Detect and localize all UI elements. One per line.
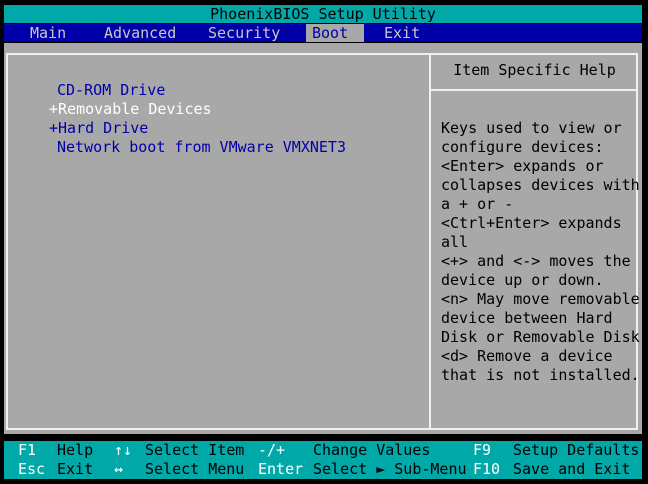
help-line: <d> Remove a device [441, 347, 613, 365]
key-leftright-desc: Select Menu [145, 460, 245, 478]
help-line: <+> and <-> moves the [441, 252, 631, 270]
key-updown: ↑↓ [114, 441, 133, 459]
bios-screen: PhoenixBIOS Setup Utility Main Advanced … [0, 0, 648, 484]
key-esc: Esc [18, 460, 46, 478]
help-line: that is not installed. [441, 366, 640, 384]
key-leftright: ↔ [114, 460, 124, 478]
key-f10-desc: Save and Exit [513, 460, 631, 478]
help-line: configure devices: [441, 138, 604, 156]
key-f1-desc: Help [57, 441, 94, 459]
boot-item-cdrom[interactable]: CD-ROM Drive [57, 81, 165, 100]
menu-security[interactable]: Security [206, 24, 282, 42]
key-f1: F1 [18, 441, 37, 459]
menu-advanced[interactable]: Advanced [102, 24, 178, 42]
help-separator [429, 89, 638, 91]
help-text: Keys used to view or configure devices: … [441, 119, 640, 385]
help-line: <n> May move removable [441, 290, 640, 308]
key-minus-plus: -/+ [258, 441, 286, 459]
key-legend-footer: F1 Help ↑↓ Select Item -/+ Change Values… [4, 441, 642, 479]
key-enter: Enter [258, 460, 304, 478]
help-title: Item Specific Help [453, 61, 616, 79]
help-line: device up or down. [441, 271, 604, 289]
boot-item-removable-devices[interactable]: +Removable Devices [49, 100, 212, 119]
menu-bar: Main Advanced Security Boot Exit [4, 24, 642, 42]
key-enter-desc: Select ► Sub-Menu [313, 460, 467, 478]
key-updown-desc: Select Item [145, 441, 245, 459]
menu-exit[interactable]: Exit [382, 24, 422, 42]
boot-item-network[interactable]: Network boot from VMware VMXNET3 [57, 138, 346, 157]
help-line: all [441, 233, 469, 251]
key-f9: F9 [473, 441, 492, 459]
help-line: <Enter> expands or [441, 157, 604, 175]
key-esc-desc: Exit [57, 460, 94, 478]
help-line: a + or - [441, 195, 514, 213]
panel-divider [429, 53, 431, 430]
menu-main[interactable]: Main [28, 24, 68, 42]
help-line: collapses devices with [441, 176, 640, 194]
help-line: Disk or Removable Disk [441, 328, 640, 346]
help-line: <Ctrl+Enter> expands [441, 214, 622, 232]
boot-item-hard-drive[interactable]: +Hard Drive [49, 119, 148, 138]
help-line: device between Hard [441, 309, 613, 327]
key-f10: F10 [473, 460, 501, 478]
main-panel: CD-ROM Drive +Removable Devices +Hard Dr… [4, 43, 642, 434]
menu-boot[interactable]: Boot [306, 24, 364, 42]
key-f9-desc: Setup Defaults [513, 441, 640, 459]
window-title: PhoenixBIOS Setup Utility [4, 5, 642, 23]
key-minus-plus-desc: Change Values [313, 441, 431, 459]
help-line: Keys used to view or [441, 119, 622, 137]
